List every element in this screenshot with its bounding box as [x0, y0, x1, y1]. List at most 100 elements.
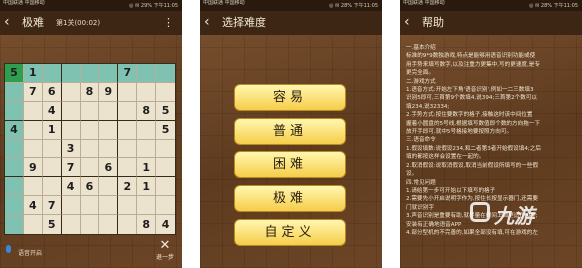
sudoku-cell[interactable]	[156, 64, 175, 83]
sudoku-cell[interactable]	[80, 139, 100, 159]
sudoku-cell[interactable]	[137, 120, 157, 140]
sudoku-cell[interactable]	[42, 158, 62, 178]
sudoku-cell[interactable]	[5, 196, 24, 216]
easy-button[interactable]: 容易	[234, 84, 346, 111]
sudoku-cell[interactable]: 1	[137, 158, 157, 178]
sudoku-cell[interactable]: 5	[5, 64, 24, 83]
sudoku-cell[interactable]	[118, 101, 138, 121]
sudoku-cell[interactable]	[118, 120, 138, 140]
extreme-button[interactable]: 极难	[234, 185, 346, 212]
page-title: 极难	[22, 16, 44, 29]
sudoku-cell[interactable]: 3	[61, 139, 81, 159]
sudoku-cell[interactable]	[5, 177, 24, 197]
status-right: ◎ ✉ 28% 下午11:05	[529, 3, 578, 9]
sudoku-cell[interactable]	[99, 177, 119, 197]
sudoku-cell[interactable]	[156, 140, 175, 159]
sudoku-cell[interactable]	[137, 196, 157, 216]
sudoku-cell[interactable]	[99, 196, 119, 216]
sudoku-cell[interactable]	[23, 177, 43, 197]
sudoku-cell[interactable]	[5, 82, 24, 102]
sudoku-cell[interactable]	[42, 177, 62, 197]
sudoku-cell[interactable]	[24, 215, 43, 234]
watermark-text: 九游	[494, 204, 534, 228]
sudoku-cell[interactable]: 7	[61, 158, 81, 178]
back-arrow-icon[interactable]: ‹	[404, 14, 410, 30]
back-arrow-icon[interactable]: ‹	[4, 14, 10, 30]
sudoku-cell[interactable]	[156, 158, 175, 178]
sudoku-cell[interactable]: 7	[42, 196, 62, 216]
sudoku-cell[interactable]	[61, 120, 81, 140]
sudoku-cell[interactable]	[137, 64, 157, 83]
app-bar: ‹ 选择难度	[200, 11, 382, 35]
sudoku-cell[interactable]: 1	[23, 64, 43, 83]
sudoku-cell[interactable]	[118, 139, 138, 159]
sudoku-cell[interactable]	[156, 83, 175, 102]
sudoku-cell[interactable]	[80, 64, 100, 83]
sudoku-cell[interactable]: 4	[156, 215, 175, 234]
sudoku-cell[interactable]	[23, 101, 43, 121]
sudoku-cell[interactable]	[118, 82, 138, 102]
sudoku-cell[interactable]	[80, 158, 100, 178]
sudoku-cell[interactable]	[137, 139, 157, 159]
sudoku-cell[interactable]: 6	[42, 82, 62, 102]
undo-button[interactable]: ✕ 退一步	[156, 239, 174, 261]
sudoku-cell[interactable]	[42, 64, 62, 83]
sudoku-cell[interactable]	[99, 101, 119, 121]
sudoku-cell[interactable]	[5, 101, 24, 121]
sudoku-cell[interactable]: 8	[137, 215, 157, 234]
sudoku-cell[interactable]	[61, 101, 81, 121]
sudoku-cell[interactable]	[80, 196, 100, 216]
sudoku-cell[interactable]: 1	[137, 177, 157, 197]
sudoku-cell[interactable]	[23, 120, 43, 140]
sudoku-cell[interactable]: 7	[23, 82, 43, 102]
sudoku-cell[interactable]	[5, 158, 24, 178]
sudoku-cell[interactable]	[42, 139, 62, 159]
sudoku-cell[interactable]	[156, 196, 175, 216]
sudoku-cell[interactable]	[5, 215, 24, 234]
sudoku-cell[interactable]: 6	[99, 158, 119, 178]
sudoku-cell[interactable]	[118, 215, 138, 234]
sudoku-cell[interactable]: 8	[137, 101, 157, 121]
sudoku-cell[interactable]	[80, 120, 100, 140]
back-arrow-icon[interactable]: ‹	[204, 14, 210, 30]
sudoku-cell[interactable]	[61, 64, 81, 83]
sudoku-cell[interactable]: 7	[118, 64, 138, 83]
more-menu-icon[interactable]: ⋮	[163, 16, 174, 30]
sudoku-cell[interactable]	[99, 139, 119, 159]
sudoku-cell[interactable]: 6	[80, 177, 100, 197]
help-line: 四.常见问题	[406, 179, 436, 186]
normal-button[interactable]: 普通	[234, 118, 346, 145]
sudoku-cell[interactable]: 5	[43, 215, 62, 234]
sudoku-cell[interactable]	[118, 158, 138, 178]
sudoku-cell[interactable]	[5, 139, 24, 159]
voice-toggle-label[interactable]: 语音开启	[18, 248, 42, 257]
sudoku-cell[interactable]	[156, 177, 175, 197]
sudoku-cell[interactable]	[23, 139, 43, 159]
sudoku-cell[interactable]: 9	[23, 158, 43, 178]
sudoku-cell[interactable]: 9	[99, 82, 119, 102]
custom-button[interactable]: 自定义	[234, 219, 346, 246]
sudoku-cell[interactable]: 8	[80, 82, 100, 102]
sudoku-cell[interactable]	[118, 196, 138, 216]
microphone-icon[interactable]	[6, 245, 11, 253]
sudoku-cell[interactable]: 2	[118, 177, 138, 197]
sudoku-cell[interactable]	[62, 215, 81, 234]
sudoku-cell[interactable]	[80, 101, 100, 121]
sudoku-cell[interactable]	[61, 196, 81, 216]
sudoku-cell[interactable]	[99, 215, 119, 234]
sudoku-cell[interactable]: 4	[61, 177, 81, 197]
hard-button[interactable]: 困难	[234, 151, 346, 178]
sudoku-cell[interactable]	[99, 120, 119, 140]
sudoku-cell[interactable]: 4	[23, 196, 43, 216]
sudoku-cell[interactable]	[61, 82, 81, 102]
sudoku-cell[interactable]	[137, 82, 157, 102]
sudoku-cell[interactable]	[99, 64, 119, 83]
sudoku-cell[interactable]: 1	[42, 120, 62, 140]
sudoku-cell[interactable]: 4	[5, 120, 24, 140]
sudoku-cell[interactable]: 5	[156, 102, 175, 121]
status-bar: 中国联通 中国移动 ◎ ✉ 28% 下午11:05	[400, 0, 582, 11]
sudoku-cell[interactable]: 5	[156, 121, 175, 140]
sudoku-cell[interactable]: 4	[42, 101, 62, 121]
sudoku-cell[interactable]	[81, 215, 100, 234]
help-line: 设。	[406, 171, 418, 178]
